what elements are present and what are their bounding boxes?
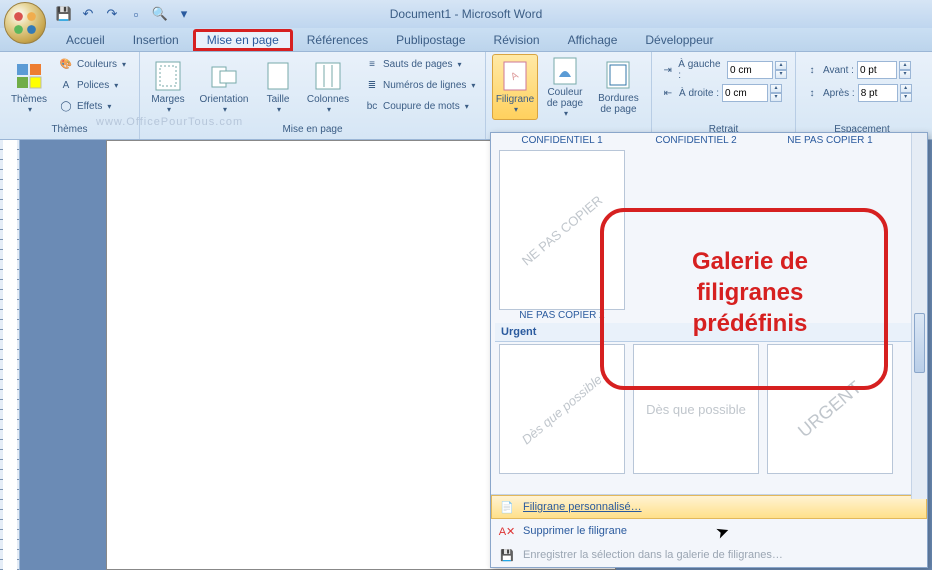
theme-effects[interactable]: ◯Effets▾ [56, 96, 128, 116]
custom-watermark-icon: 📄 [499, 499, 515, 515]
line-numbers-button[interactable]: ≣Numéros de lignes▾ [362, 75, 477, 95]
colors-icon: 🎨 [58, 56, 74, 72]
page-borders-icon [602, 59, 634, 91]
margins-button[interactable]: Marges▾ [146, 54, 190, 120]
size-icon [262, 60, 294, 92]
tab-review[interactable]: Révision [480, 29, 554, 51]
themes-label: Thèmes [11, 94, 47, 105]
spacing-after-row: ↕Après :▴▾ [802, 83, 914, 103]
gallery-category-urgent: Urgent [495, 323, 923, 342]
effects-icon: ◯ [58, 98, 74, 114]
tab-insert[interactable]: Insertion [119, 29, 193, 51]
breaks-icon: ≡ [364, 56, 380, 72]
themes-icon [13, 60, 45, 92]
gallery-item-urgent-a[interactable]: Dès que possible [499, 344, 625, 474]
quick-access-toolbar: 💾 ↶ ↷ ▫ 🔍 ▾ [54, 0, 194, 28]
print-preview-icon[interactable]: 🔍 [150, 4, 170, 24]
gallery-label-conf2: CONFIDENTIEL 2 [633, 135, 759, 146]
scrollbar-thumb[interactable] [914, 313, 925, 373]
orientation-icon [208, 60, 240, 92]
gallery-label-conf1: CONFIDENTIEL 1 [499, 135, 625, 146]
window-title: Document1 - Microsoft Word [390, 7, 543, 21]
tab-developer[interactable]: Développeur [631, 29, 727, 51]
ribbon: Thèmes▾ 🎨Couleurs▾ APolices▾ ◯Effets▾ Th… [0, 52, 932, 140]
gallery-item-nepas2[interactable]: NE PAS COPIER [499, 150, 625, 310]
redo-icon[interactable]: ↷ [102, 4, 122, 24]
fonts-icon: A [58, 77, 74, 93]
gallery-item-nepas2-label: NE PAS COPIER 2 [519, 310, 604, 321]
new-doc-icon[interactable]: ▫ [126, 4, 146, 24]
spin-up[interactable]: ▴ [900, 84, 912, 93]
watermark-icon: A [499, 60, 531, 92]
spacing-before-input[interactable] [857, 61, 897, 79]
spin-down[interactable]: ▾ [900, 93, 912, 102]
gallery-label-nepas1: NE PAS COPIER 1 [767, 135, 893, 146]
line-numbers-icon: ≣ [364, 77, 380, 93]
gallery-item-urgent-b[interactable]: Dès que possible [633, 344, 759, 474]
hyphenation-button[interactable]: bcCoupure de mots▾ [362, 96, 477, 116]
tab-references[interactable]: Références [293, 29, 382, 51]
group-page-setup-label: Mise en page [146, 122, 479, 137]
office-button[interactable] [4, 2, 46, 44]
spacing-before-row: ↕Avant :▴▾ [802, 60, 914, 80]
tab-page-layout[interactable]: Mise en page [193, 29, 293, 51]
watermark-gallery: CONFIDENTIEL 1 CONFIDENTIEL 2 NE PAS COP… [490, 132, 928, 568]
ribbon-tabs: Accueil Insertion Mise en page Référence… [0, 28, 932, 52]
spin-up[interactable]: ▴ [899, 61, 911, 70]
save-icon[interactable]: 💾 [54, 4, 74, 24]
group-page-setup: Marges▾ Orientation▾ Taille▾ Colonnes▾ ≡… [140, 52, 486, 139]
spin-down[interactable]: ▾ [775, 70, 787, 79]
menu-custom-watermark[interactable]: 📄Filigrane personnalisé… [491, 495, 927, 519]
gallery-scrollbar[interactable] [911, 133, 927, 499]
page-color-button[interactable]: Couleur de page▾ [542, 54, 588, 120]
group-spacing: ↕Avant :▴▾ ↕Après :▴▾ Espacement [796, 52, 928, 139]
page-color-icon [549, 56, 581, 85]
remove-watermark-icon: A✕ [499, 523, 515, 539]
spin-up[interactable]: ▴ [770, 84, 782, 93]
page-borders-button[interactable]: Bordures de page [592, 54, 645, 120]
indent-left-input[interactable] [727, 61, 773, 79]
tab-mailings[interactable]: Publipostage [382, 29, 479, 51]
watermark-button[interactable]: AFiligrane▾ [492, 54, 538, 120]
orientation-button[interactable]: Orientation▾ [194, 54, 254, 120]
menu-remove-watermark[interactable]: A✕Supprimer le filigrane [491, 519, 927, 543]
gallery-item-urgent-c[interactable]: URGENT [767, 344, 893, 474]
qat-customize-icon[interactable]: ▾ [174, 4, 194, 24]
margins-icon [152, 60, 184, 92]
title-bar: 💾 ↶ ↷ ▫ 🔍 ▾ Document1 - Microsoft Word [0, 0, 932, 28]
menu-save-to-gallery: 💾Enregistrer la sélection dans la galeri… [491, 543, 927, 567]
spacing-before-icon: ↕ [804, 62, 820, 78]
columns-icon [312, 60, 344, 92]
group-page-background: AFiligrane▾ Couleur de page▾ Bordures de… [486, 52, 652, 139]
indent-right-icon: ⇤ [660, 85, 676, 101]
vertical-ruler[interactable] [0, 140, 20, 570]
group-indent: ⇥À gauche :▴▾ ⇤À droite :▴▾ Retrait [652, 52, 796, 139]
spin-up[interactable]: ▴ [775, 61, 787, 70]
spacing-after-icon: ↕ [804, 85, 820, 101]
themes-button[interactable]: Thèmes▾ [6, 54, 52, 120]
columns-button[interactable]: Colonnes▾ [302, 54, 354, 120]
tab-home[interactable]: Accueil [52, 29, 119, 51]
group-themes-label: Thèmes [6, 122, 133, 137]
gallery-menu: 📄Filigrane personnalisé… A✕Supprimer le … [491, 494, 927, 567]
spin-down[interactable]: ▾ [770, 93, 782, 102]
indent-right-row: ⇤À droite :▴▾ [658, 83, 789, 103]
spin-down[interactable]: ▾ [899, 70, 911, 79]
undo-icon[interactable]: ↶ [78, 4, 98, 24]
theme-fonts[interactable]: APolices▾ [56, 75, 128, 95]
indent-left-icon: ⇥ [660, 62, 675, 78]
size-button[interactable]: Taille▾ [258, 54, 298, 120]
hyphenation-icon: bc [364, 98, 380, 114]
theme-colors[interactable]: 🎨Couleurs▾ [56, 54, 128, 74]
breaks-button[interactable]: ≡Sauts de pages▾ [362, 54, 477, 74]
spacing-after-input[interactable] [858, 84, 898, 102]
indent-left-row: ⇥À gauche :▴▾ [658, 60, 789, 80]
save-gallery-icon: 💾 [499, 547, 515, 563]
indent-right-input[interactable] [722, 84, 768, 102]
tab-view[interactable]: Affichage [554, 29, 632, 51]
group-themes: Thèmes▾ 🎨Couleurs▾ APolices▾ ◯Effets▾ Th… [0, 52, 140, 139]
